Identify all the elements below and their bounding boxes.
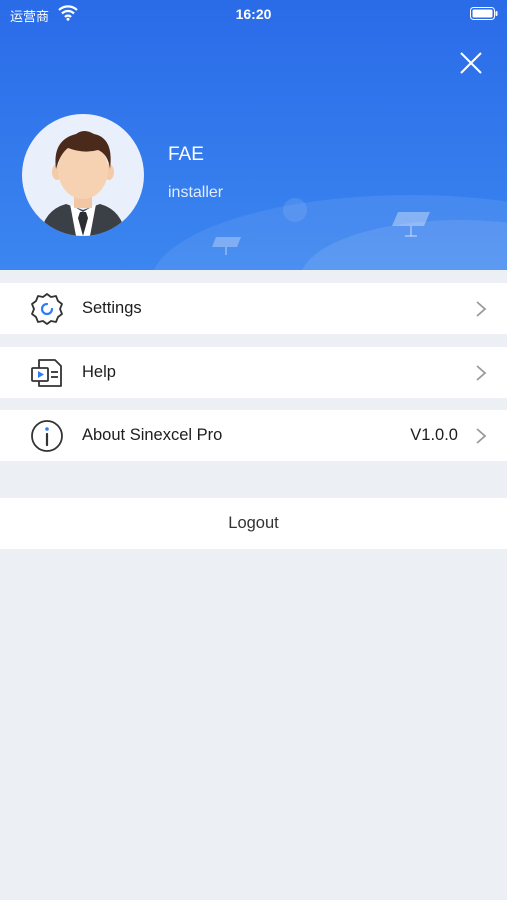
app-version: V1.0.0 <box>410 426 458 444</box>
chevron-right-icon <box>476 365 487 381</box>
help-icon <box>31 359 62 387</box>
settings-icon <box>31 293 63 325</box>
close-icon <box>460 52 482 74</box>
user-name: FAE <box>168 144 204 165</box>
info-icon <box>31 420 63 452</box>
user-avatar-icon <box>40 131 126 236</box>
user-role: installer <box>168 184 224 201</box>
avatar <box>22 114 144 236</box>
status-bar: 运营商 16:20 <box>0 0 507 28</box>
solar-panel-icon <box>392 212 430 237</box>
battery-icon <box>470 7 498 20</box>
chevron-right-icon <box>476 428 487 444</box>
profile-header: 运营商 16:20 FAE installer <box>0 0 507 270</box>
settings-row[interactable]: Settings <box>0 283 507 334</box>
header-decoration <box>283 198 307 222</box>
settings-label: Settings <box>82 299 142 317</box>
about-label: About Sinexcel Pro <box>82 426 223 444</box>
close-button[interactable] <box>456 48 486 78</box>
help-label: Help <box>82 363 116 381</box>
about-row[interactable]: About Sinexcel Pro V1.0.0 <box>0 410 507 461</box>
clock: 16:20 <box>235 6 272 22</box>
solar-panel-icon <box>212 237 241 255</box>
chevron-right-icon <box>476 301 487 317</box>
help-row[interactable]: Help <box>0 347 507 398</box>
logout-button[interactable]: Logout <box>0 498 507 549</box>
